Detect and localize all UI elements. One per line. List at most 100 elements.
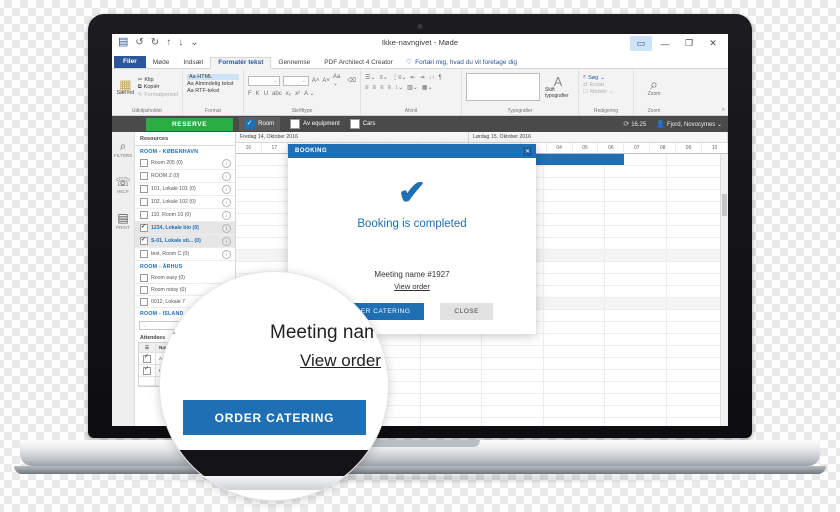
room-checkbox[interactable]	[245, 119, 256, 129]
resource-row[interactable]: test, Room C (0) i	[135, 248, 235, 261]
info-icon[interactable]: i	[222, 210, 231, 220]
vertical-scrollbar-thumb[interactable]	[722, 194, 727, 216]
underline-icon[interactable]: U	[264, 91, 268, 97]
info-icon[interactable]: i	[222, 197, 231, 207]
change-case-icon[interactable]: Aa ⌄	[333, 74, 345, 87]
attendee-checkbox[interactable]	[143, 365, 151, 375]
av-equipment-checkbox[interactable]	[290, 119, 301, 129]
borders-icon[interactable]: ▦⌄	[422, 84, 433, 91]
user-menu[interactable]: 👤 Fjord, Novocymes ⌄	[656, 120, 722, 128]
italic-icon[interactable]: K	[256, 91, 260, 97]
info-icon[interactable]: i	[222, 236, 231, 246]
resource-checkbox[interactable]	[140, 236, 148, 245]
filter-av-equipment[interactable]: Av equipment	[290, 119, 340, 129]
maximize-button[interactable]: ❐	[678, 36, 700, 51]
find-button[interactable]: ⌕ Søg ⌄	[583, 74, 629, 81]
refresh-time[interactable]: ⟳ 16.25	[623, 120, 646, 128]
resource-checkbox[interactable]	[140, 211, 148, 219]
font-family-select[interactable]: ⌄	[248, 75, 281, 86]
copy-button[interactable]: ⧉ Kopiér	[138, 84, 178, 91]
info-icon[interactable]: i	[222, 249, 231, 259]
resource-row[interactable]: S-01, Lokale sti... (0)i	[135, 235, 235, 248]
filter-room[interactable]: Room	[239, 117, 281, 131]
minimize-button[interactable]: —	[654, 36, 676, 51]
resource-checkbox[interactable]	[140, 223, 148, 232]
shading-icon[interactable]: ▨⌄	[407, 84, 418, 91]
align-left-icon[interactable]: ≡	[365, 85, 369, 91]
vertical-scrollbar[interactable]	[720, 154, 728, 426]
info-icon[interactable]: i	[222, 223, 231, 233]
numbering-icon[interactable]: ≡⌄	[379, 74, 388, 81]
align-center-icon[interactable]: ≡	[373, 85, 377, 91]
grow-font-icon[interactable]: A˄	[312, 78, 320, 84]
rail-filters[interactable]: ⌕ FILTERS	[114, 140, 132, 158]
strikethrough-icon[interactable]: abc	[272, 91, 282, 97]
reserve-button[interactable]: RESERVE	[146, 117, 234, 131]
resource-checkbox[interactable]	[140, 297, 148, 306]
resource-row[interactable]: 110, Room 10 (0) i	[135, 209, 235, 222]
decrease-indent-icon[interactable]: ⇤	[410, 74, 415, 81]
resource-row[interactable]: 101, Lokale 101 (0) i	[135, 183, 235, 196]
format-plain-option[interactable]: Aa Almindelig tekst	[187, 81, 239, 87]
tab-formater-tekst[interactable]: Formatér tekst	[210, 56, 272, 69]
increase-indent-icon[interactable]: ⇥	[420, 74, 425, 81]
group-header-kobenhavn[interactable]: ROOM - KØBENHAVN	[135, 146, 235, 157]
justify-icon[interactable]: ≡	[388, 85, 392, 91]
tab-filer[interactable]: Filer	[114, 55, 146, 68]
resource-checkbox[interactable]	[140, 250, 148, 258]
zoom-button[interactable]: ⌕ Zoom	[648, 77, 661, 97]
ribbon-display-options-button[interactable]: ▭	[630, 36, 652, 51]
change-styles-button[interactable]: A Skift typografier	[545, 75, 571, 100]
collapse-ribbon-icon[interactable]: ˄	[721, 108, 725, 114]
resource-checkbox[interactable]	[140, 185, 148, 193]
bullets-icon[interactable]: ☰⌄	[365, 74, 375, 81]
magnifier-view-order-link[interactable]: View order	[300, 351, 381, 371]
resource-row[interactable]: 102, Lokale 102 (0) i	[135, 196, 235, 209]
superscript-icon[interactable]: x²	[295, 91, 300, 97]
format-rtf-option[interactable]: Aa RTF-tekst	[187, 88, 239, 94]
tab-mode[interactable]: Møde	[146, 58, 177, 69]
line-spacing-icon[interactable]: ↕⌄	[395, 84, 403, 91]
sort-icon[interactable]: ↓↑	[429, 75, 435, 81]
window-controls[interactable]: ▭ — ❐ ✕	[630, 36, 724, 51]
format-painter-button[interactable]: ✎ Formatpensel	[138, 92, 178, 98]
attendee-checkbox[interactable]	[143, 353, 151, 363]
bold-icon[interactable]: F	[248, 91, 252, 97]
resource-checkbox[interactable]	[140, 159, 148, 167]
booking-dialog-close-icon[interactable]: ✕	[523, 146, 532, 156]
paste-button[interactable]: ▦ Sæt ind	[116, 78, 135, 97]
tab-indsaet[interactable]: Indsæt	[176, 58, 210, 69]
tab-pdf-architect[interactable]: PDF Architect 4 Creator	[317, 58, 400, 69]
info-icon[interactable]: i	[222, 158, 231, 168]
magnifier-order-catering-button[interactable]: ORDER CATERING	[183, 400, 366, 435]
ribbon-tabs[interactable]: Filer Møde Indsæt Formatér tekst Gennems…	[112, 54, 728, 69]
styles-gallery[interactable]	[466, 73, 540, 101]
resource-checkbox[interactable]	[140, 273, 148, 282]
cut-button[interactable]: ✂ Klip	[138, 77, 178, 83]
show-marks-icon[interactable]: ¶	[439, 75, 442, 81]
info-icon[interactable]: i	[222, 171, 231, 181]
subscript-icon[interactable]: x₂	[286, 91, 291, 97]
close-button[interactable]: CLOSE	[440, 303, 493, 320]
resource-row[interactable]: 1234, Lokale bio (0)i	[135, 222, 235, 235]
close-button[interactable]: ✕	[702, 36, 724, 51]
rail-print[interactable]: ▤ PRINT	[116, 212, 130, 230]
align-right-icon[interactable]: ≡	[380, 85, 384, 91]
info-icon[interactable]: i	[222, 184, 231, 194]
replace-button[interactable]: ⇄ Erstat	[583, 82, 629, 88]
filter-cars[interactable]: Cars	[349, 119, 375, 129]
multilevel-list-icon[interactable]: ⋮≡⌄	[392, 74, 407, 81]
shrink-font-icon[interactable]: A˅	[322, 78, 330, 84]
format-html-option[interactable]: Aa HTML	[187, 74, 239, 80]
resource-checkbox[interactable]	[140, 198, 148, 206]
resource-row[interactable]: ROOM Z (0) i	[135, 170, 235, 183]
resource-checkbox[interactable]	[140, 285, 148, 294]
resource-row[interactable]: Room 205 (0) i	[135, 157, 235, 170]
cars-checkbox[interactable]	[349, 119, 360, 129]
tab-gennemse[interactable]: Gennemse	[271, 58, 317, 69]
tell-me-box[interactable]: ♡ Fortæl mig, hvad du vil foretage dig	[400, 56, 523, 68]
font-color-icon[interactable]: A ⌄	[304, 90, 314, 97]
select-button[interactable]: ☐ Markér ⌄	[583, 89, 629, 95]
resource-checkbox[interactable]	[140, 172, 148, 180]
group-header-arhus[interactable]: ROOM - ÅRHUS	[135, 261, 235, 272]
